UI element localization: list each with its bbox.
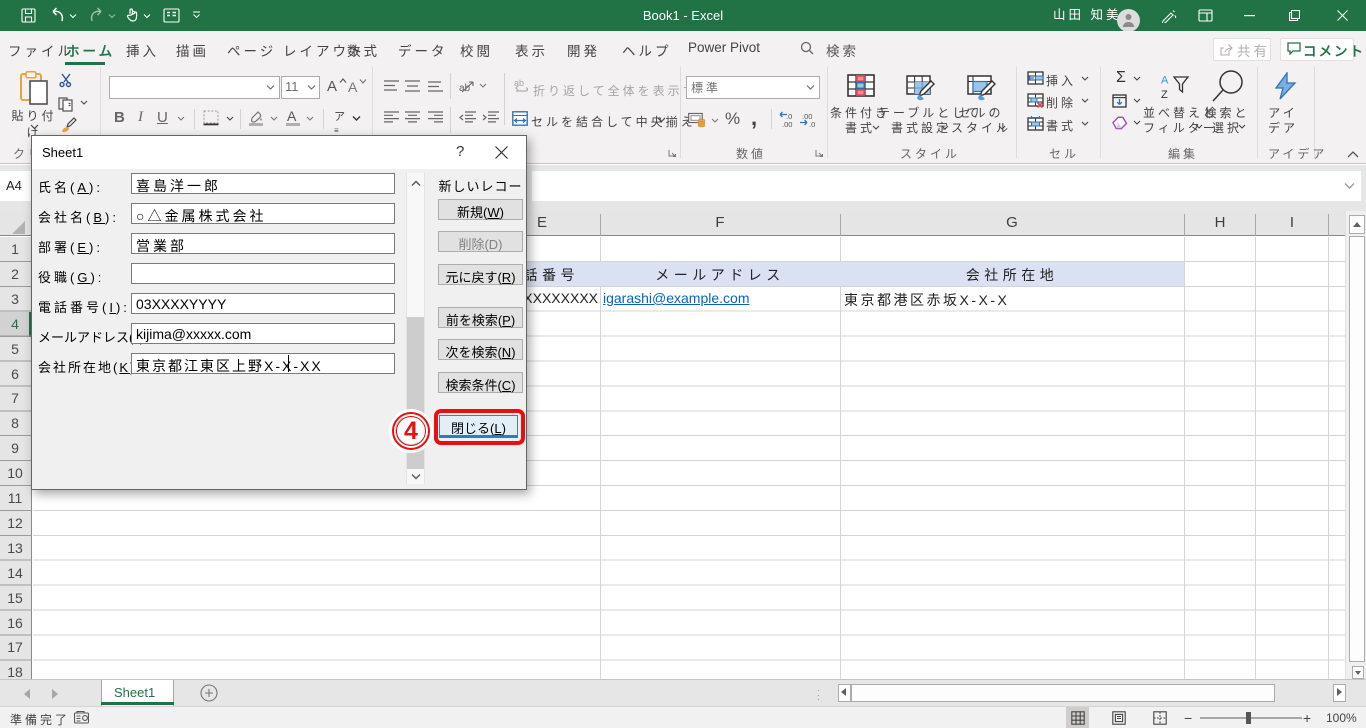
svg-text:ab: ab <box>514 78 524 88</box>
svg-text:.00: .00 <box>782 120 792 128</box>
svg-text:A: A <box>1161 75 1169 87</box>
svg-text:Z: Z <box>1161 89 1168 100</box>
svg-text:ab: ab <box>459 83 471 94</box>
svg-text:.0: .0 <box>809 120 815 128</box>
